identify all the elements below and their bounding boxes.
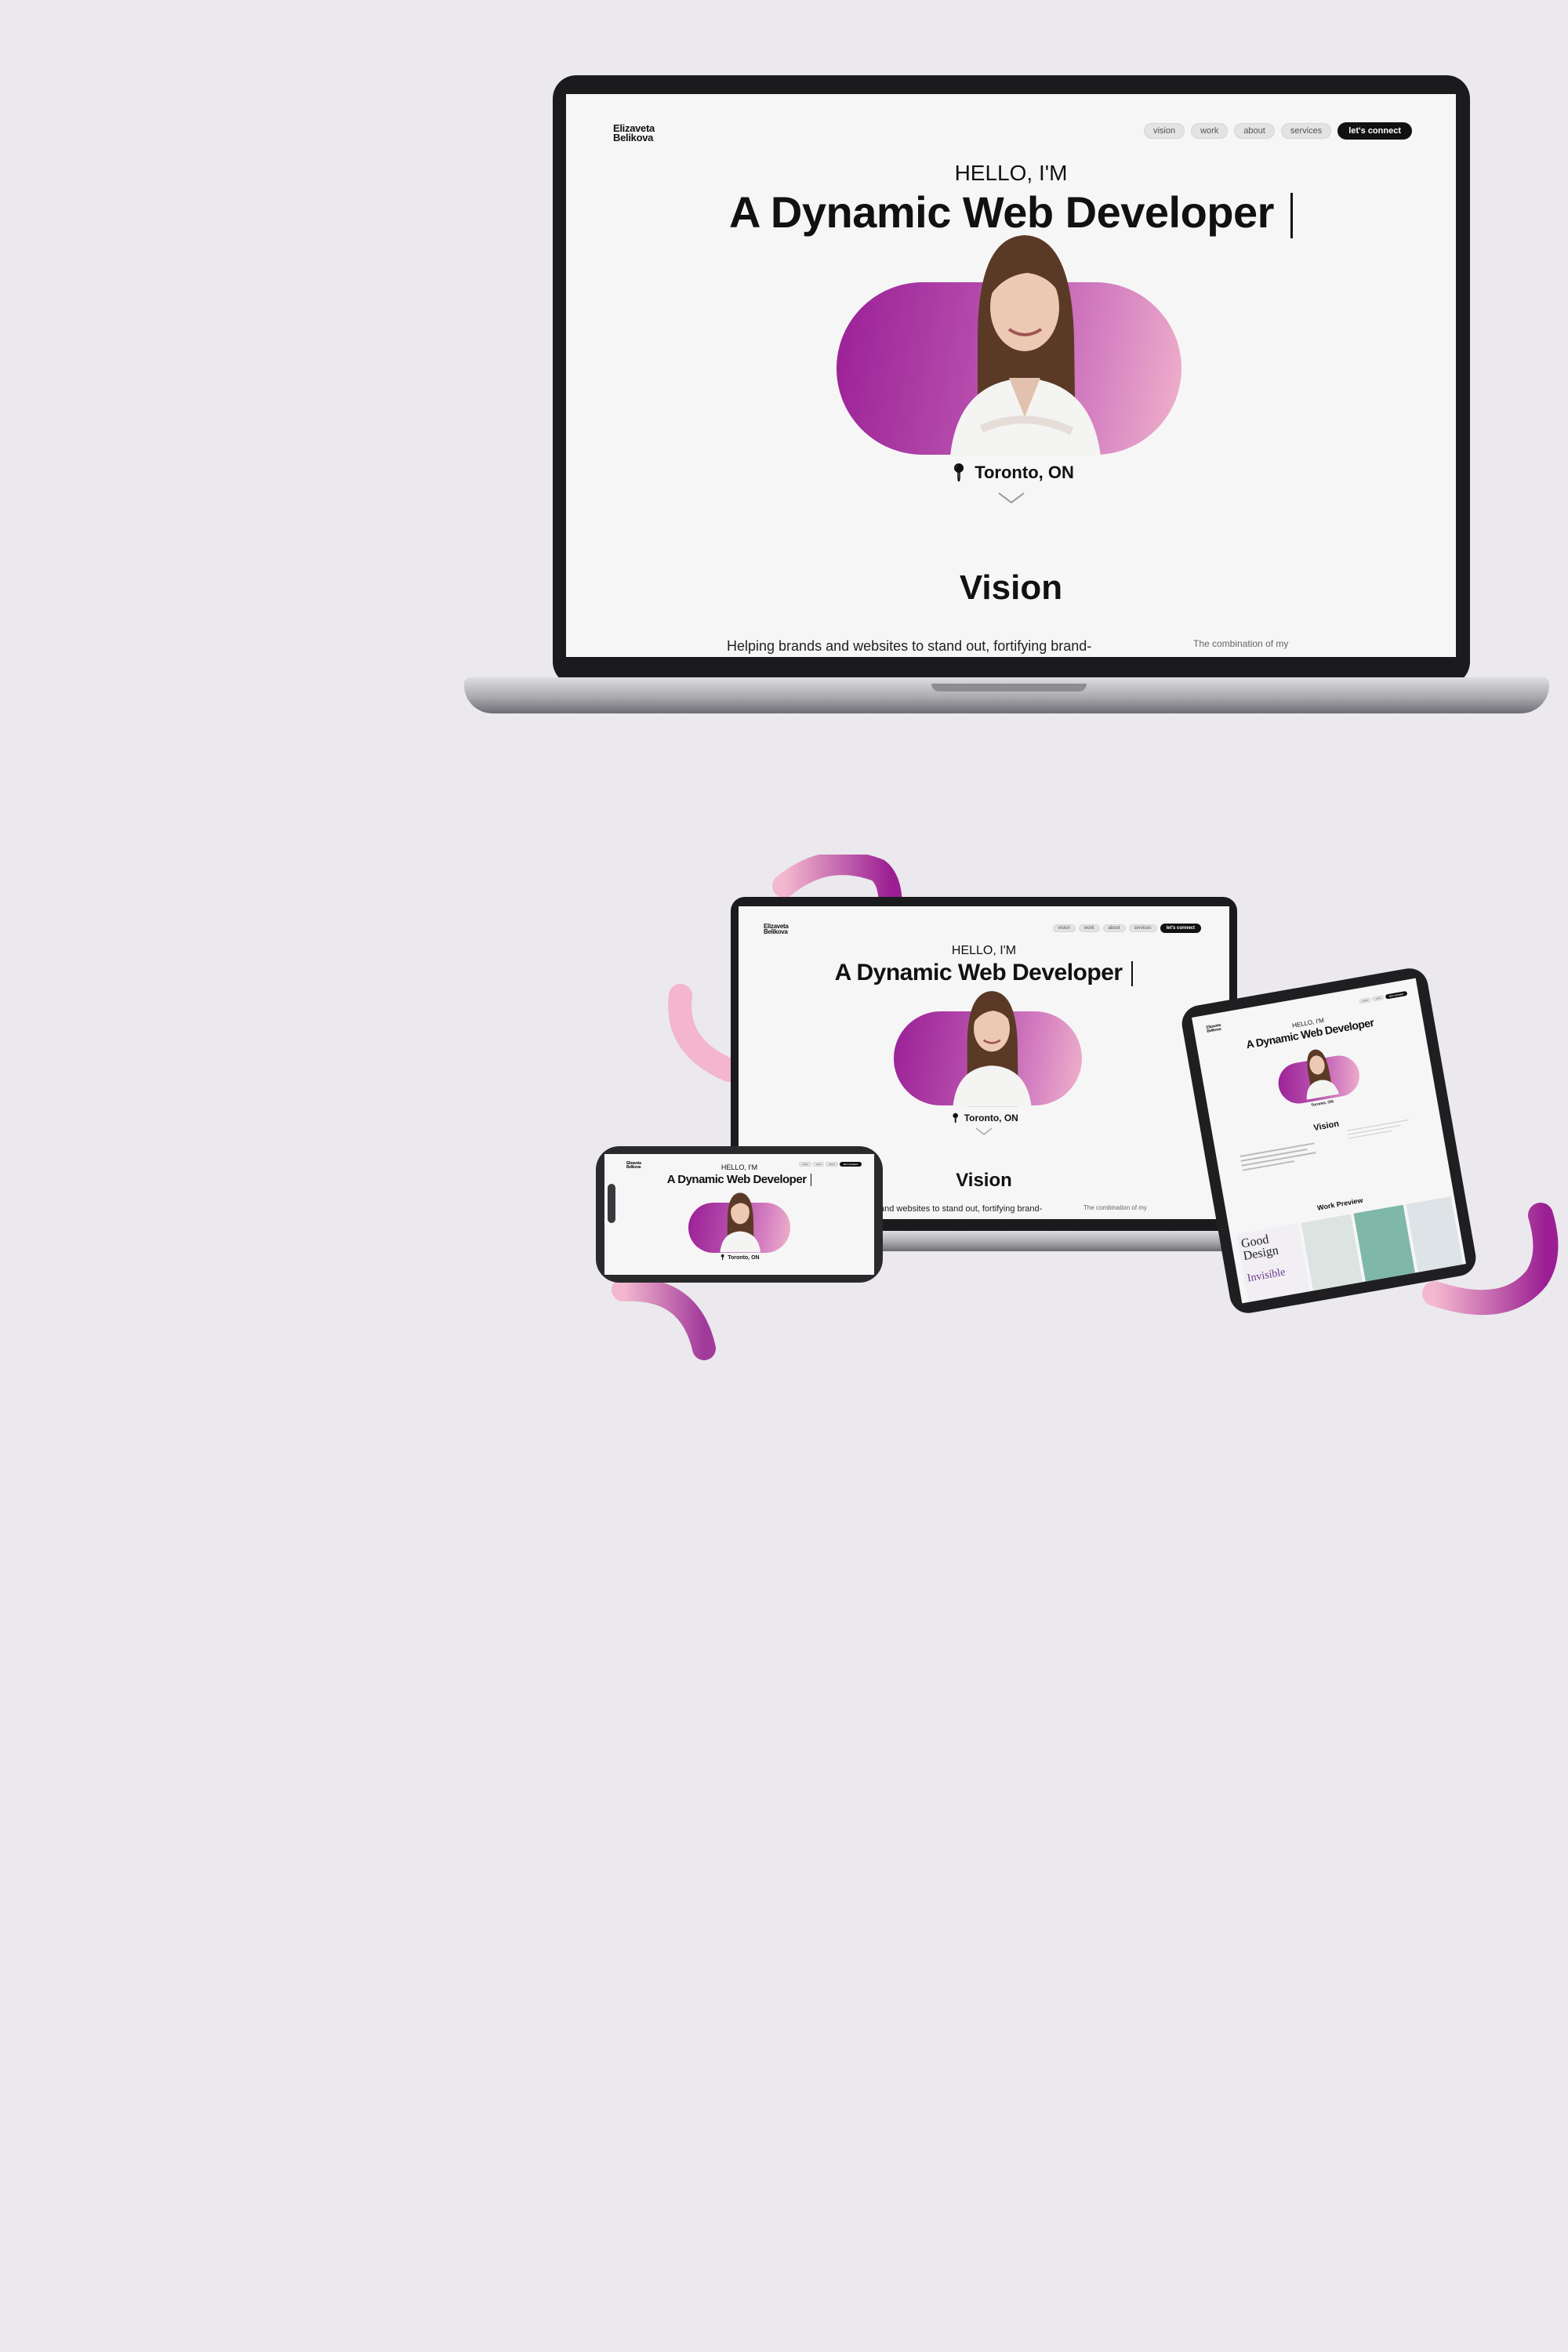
- scroll-down-chevron-icon[interactable]: [975, 1127, 993, 1135]
- hero-portrait: [720, 1192, 761, 1253]
- tablet-body: Elizaveta Belikova vision work let's con…: [1178, 965, 1479, 1316]
- connect-button[interactable]: let's connect: [1385, 990, 1408, 1000]
- swirl-decoration-bottom: [612, 1277, 716, 1360]
- vision-text: and websites to stand out, fortifying br…: [880, 1204, 1043, 1214]
- nav-vision[interactable]: vision: [1359, 996, 1372, 1004]
- headline-text: A Dynamic Web Developer: [834, 960, 1123, 985]
- location-text: Toronto, ON: [975, 463, 1074, 482]
- hero-greeting: HELLO, I'M: [954, 161, 1068, 185]
- hero-portrait: [950, 235, 1101, 456]
- logo-line-2: Belikova: [764, 928, 788, 936]
- location-text: Toronto, ON: [964, 1112, 1018, 1123]
- vision-text: Helping brands and websites to stand out…: [727, 638, 1092, 654]
- location-pin-icon: 📍︎: [948, 463, 971, 482]
- connect-button[interactable]: let's connect: [1160, 924, 1201, 933]
- nav-vision[interactable]: vision: [1052, 924, 1076, 932]
- vision-side-text: The combination of my: [1193, 638, 1289, 649]
- work-card-4[interactable]: [1406, 1196, 1463, 1272]
- headline-text: A Dynamic Web Developer: [666, 1173, 807, 1186]
- hero-headline: A Dynamic Web Developer: [739, 960, 1229, 987]
- nav-services[interactable]: services: [1128, 924, 1157, 932]
- site-logo[interactable]: Elizaveta Belikova: [1206, 1023, 1221, 1034]
- nav-about[interactable]: about: [1234, 123, 1275, 139]
- laptop-large-hinge-notch: [931, 684, 1087, 691]
- location-text: Toronto, ON: [728, 1255, 760, 1261]
- vision-heading: Vision: [959, 568, 1063, 607]
- site-logo[interactable]: Elizaveta Belikova: [613, 123, 655, 143]
- location-pin-icon: 📍︎: [949, 1112, 962, 1123]
- hero-portrait: [1306, 1049, 1339, 1100]
- work-card-1[interactable]: Good Design Invisible: [1236, 1223, 1310, 1302]
- hero-location: 📍︎ Toronto, ON: [739, 1112, 1229, 1123]
- logo-line-2: Belikova: [613, 131, 654, 143]
- typing-caret: [1131, 961, 1134, 987]
- site-nav: vision work let's connect: [1357, 990, 1408, 1004]
- hero-portrait: [953, 991, 1032, 1107]
- vision-text-lines: [1240, 1142, 1317, 1171]
- scroll-down-chevron-icon[interactable]: [997, 492, 1025, 504]
- site-nav: vision work about services let's connect: [1138, 122, 1412, 140]
- tablet-screen: Elizaveta Belikova vision work let's con…: [1192, 978, 1466, 1304]
- nav-vision[interactable]: vision: [1143, 123, 1185, 139]
- connect-button[interactable]: let's connect: [1338, 122, 1412, 140]
- work-card-3[interactable]: [1353, 1204, 1415, 1282]
- location-pin-icon: 📍︎: [719, 1255, 727, 1261]
- nav-about[interactable]: about: [1102, 924, 1126, 932]
- phone-camera-island: [608, 1184, 615, 1223]
- vision-side-text: The combination of my: [1083, 1204, 1147, 1211]
- site-logo[interactable]: Elizaveta Belikova: [764, 923, 789, 936]
- nav-work[interactable]: work: [1191, 123, 1229, 139]
- nav-work[interactable]: work: [1372, 995, 1385, 1002]
- nav-services[interactable]: services: [1280, 123, 1332, 139]
- hero-location: 📍︎ Toronto, ON: [604, 1254, 874, 1261]
- logo-line-2: Belikova: [1206, 1026, 1221, 1034]
- site-nav: vision work about services let's connect: [1050, 924, 1201, 933]
- laptop-large-screen: Elizaveta Belikova vision work about ser…: [566, 94, 1456, 657]
- hero-headline: A Dynamic Web Developer: [604, 1173, 874, 1187]
- hero-location: 📍︎ Toronto, ON: [566, 463, 1456, 483]
- nav-work[interactable]: work: [1078, 924, 1100, 932]
- hero-greeting: HELLO, I'M: [951, 944, 1017, 957]
- work-card-2[interactable]: [1301, 1214, 1363, 1291]
- typing-caret: [1290, 193, 1293, 239]
- hero-greeting: HELLO, I'M: [720, 1163, 758, 1171]
- phone-screen: Elizaveta Belikova vision work about let…: [604, 1154, 874, 1275]
- laptop-large-base: [464, 677, 1549, 713]
